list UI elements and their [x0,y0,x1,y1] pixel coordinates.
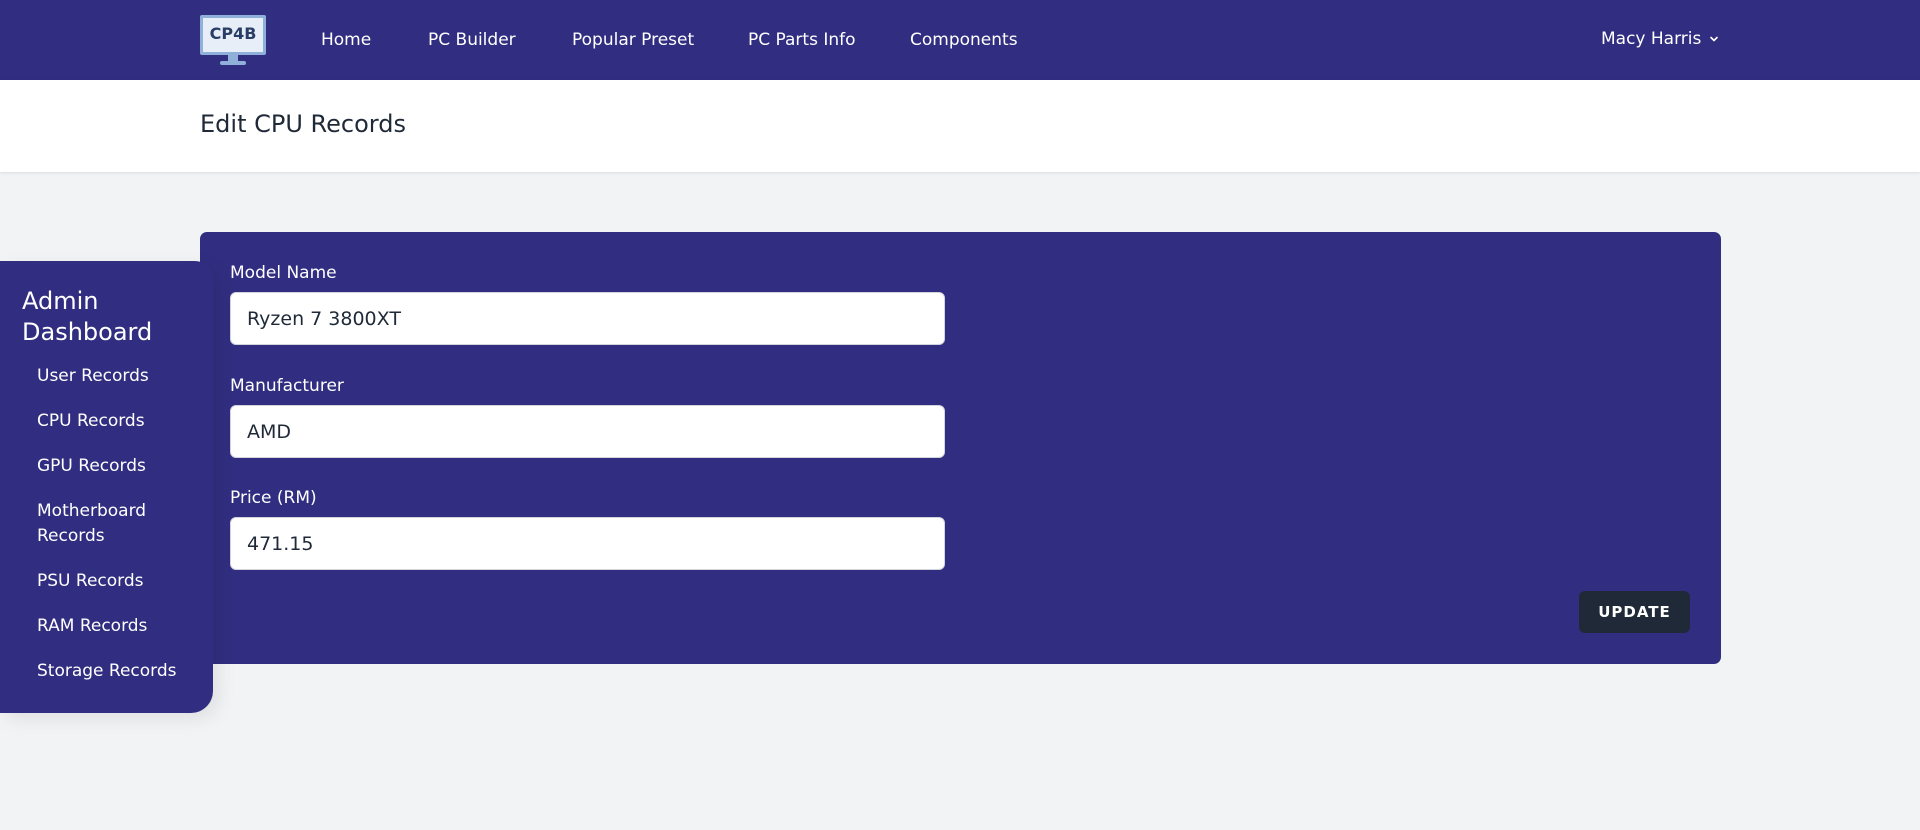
monitor-base [220,61,246,65]
sidebar-item-user-records[interactable]: User Records [37,364,197,389]
chevron-down-icon [1710,36,1719,42]
sidebar-item-ram-records[interactable]: RAM Records [37,614,197,639]
price-input[interactable] [230,517,945,570]
nav-link-home[interactable]: Home [321,30,371,50]
sidebar-item-cpu-records[interactable]: CPU Records [37,409,197,434]
price-label: Price (RM) [230,488,317,508]
nav-link-popular-preset[interactable]: Popular Preset [572,30,694,50]
nav-link-pc-builder[interactable]: PC Builder [428,30,516,50]
user-name: Macy Harris [1601,29,1702,49]
edit-form-panel: Model Name Manufacturer Price (RM) UPDAT… [200,232,1721,664]
sidebar-item-gpu-records[interactable]: GPU Records [37,454,197,479]
top-navbar: CP4B Home PC Builder Popular Preset PC P… [0,0,1920,80]
admin-sidebar: Admin Dashboard User Records CPU Records… [0,261,213,713]
sidebar-item-storage-records[interactable]: Storage Records [37,659,197,684]
nav-link-pc-parts-info[interactable]: PC Parts Info [748,30,856,50]
monitor-icon: CP4B [200,15,266,55]
model-name-label: Model Name [230,263,337,283]
nav-link-components[interactable]: Components [910,30,1018,50]
manufacturer-label: Manufacturer [230,376,344,396]
page-header: Edit CPU Records [0,80,1920,172]
sidebar-title: Admin Dashboard [22,287,153,346]
logo-text: CP4B [209,24,257,43]
sidebar-item-motherboard-records[interactable]: Motherboard Records [37,499,157,549]
sidebar-item-psu-records[interactable]: PSU Records [37,569,197,594]
update-button[interactable]: UPDATE [1579,591,1690,633]
user-menu-dropdown[interactable]: Macy Harris [1601,29,1719,49]
page-title: Edit CPU Records [200,110,406,138]
manufacturer-input[interactable] [230,405,945,458]
logo[interactable]: CP4B [200,15,266,65]
model-name-input[interactable] [230,292,945,345]
